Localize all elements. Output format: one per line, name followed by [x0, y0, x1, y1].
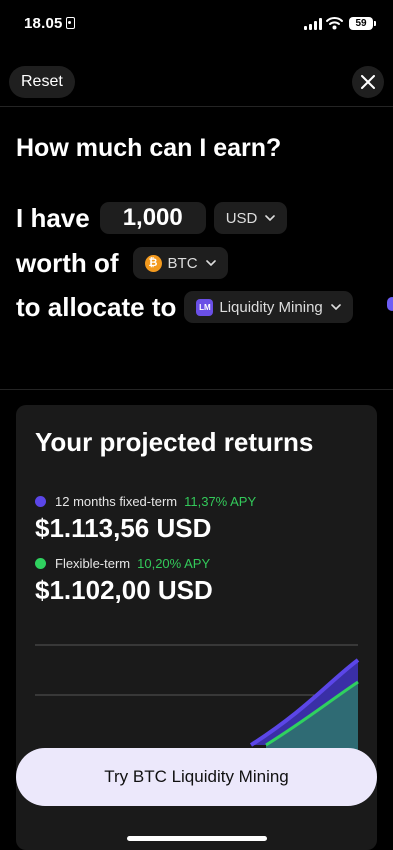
close-button[interactable] [352, 66, 384, 98]
top-divider [0, 106, 393, 107]
reset-button[interactable]: Reset [9, 66, 75, 98]
fixed-term-legend: 12 months fixed-term 11,37% APY [35, 494, 256, 509]
flexible-term-legend: Flexible-term 10,20% APY [35, 556, 210, 571]
wifi-icon [326, 17, 343, 30]
chevron-down-icon [330, 304, 341, 310]
try-liquidity-mining-button[interactable]: Try BTC Liquidity Mining [16, 748, 377, 806]
asset-select[interactable]: ₿ BTC [132, 247, 228, 279]
fixed-term-dot [35, 496, 46, 507]
fixed-term-apy: 11,37% APY [184, 494, 257, 509]
chevron-down-icon [265, 215, 276, 221]
returns-chart [35, 644, 360, 760]
fixed-term-amount: $1.113,56 USD [35, 513, 212, 543]
allocate-label: to allocate to [16, 291, 177, 322]
flexible-term-dot [35, 558, 46, 569]
status-time-text: 18.05 [24, 15, 63, 32]
lock-icon [65, 17, 75, 29]
product-select[interactable]: LM Liquidity Mining [184, 291, 353, 323]
close-icon [361, 75, 375, 89]
card-title: Your projected returns [35, 427, 314, 457]
status-time: 18.05 [24, 15, 75, 32]
status-bar: 18.05 59 [0, 0, 393, 50]
i-have-label: I have [16, 202, 90, 233]
worth-of-label: worth of [16, 247, 119, 278]
carousel-peek-indicator [387, 297, 393, 311]
product-label: Liquidity Mining [219, 298, 323, 316]
product-row: to allocate to LM Liquidity Mining [16, 290, 353, 324]
amount-row: I have 1,000 USD [16, 201, 288, 235]
section-divider [0, 389, 393, 390]
signal-icon [304, 18, 322, 30]
liquidity-mining-icon: LM [196, 298, 214, 316]
flexible-term-label: Flexible-term [55, 556, 131, 571]
home-indicator [127, 836, 267, 841]
flexible-term-amount: $1.102,00 USD [35, 575, 213, 605]
chevron-down-icon [205, 260, 216, 266]
battery-icon: 59 [349, 17, 376, 30]
amount-input[interactable]: 1,000 [99, 202, 206, 234]
asset-label: BTC [167, 254, 198, 272]
currency-label: USD [225, 209, 258, 227]
asset-row: worth of ₿ BTC [16, 246, 228, 280]
currency-select[interactable]: USD [213, 202, 288, 234]
btc-coin-icon: ₿ [144, 254, 162, 272]
flexible-term-apy: 10,20% APY [137, 556, 211, 571]
fixed-term-label: 12 months fixed-term [55, 494, 178, 509]
page-title: How much can I earn? [16, 134, 282, 162]
